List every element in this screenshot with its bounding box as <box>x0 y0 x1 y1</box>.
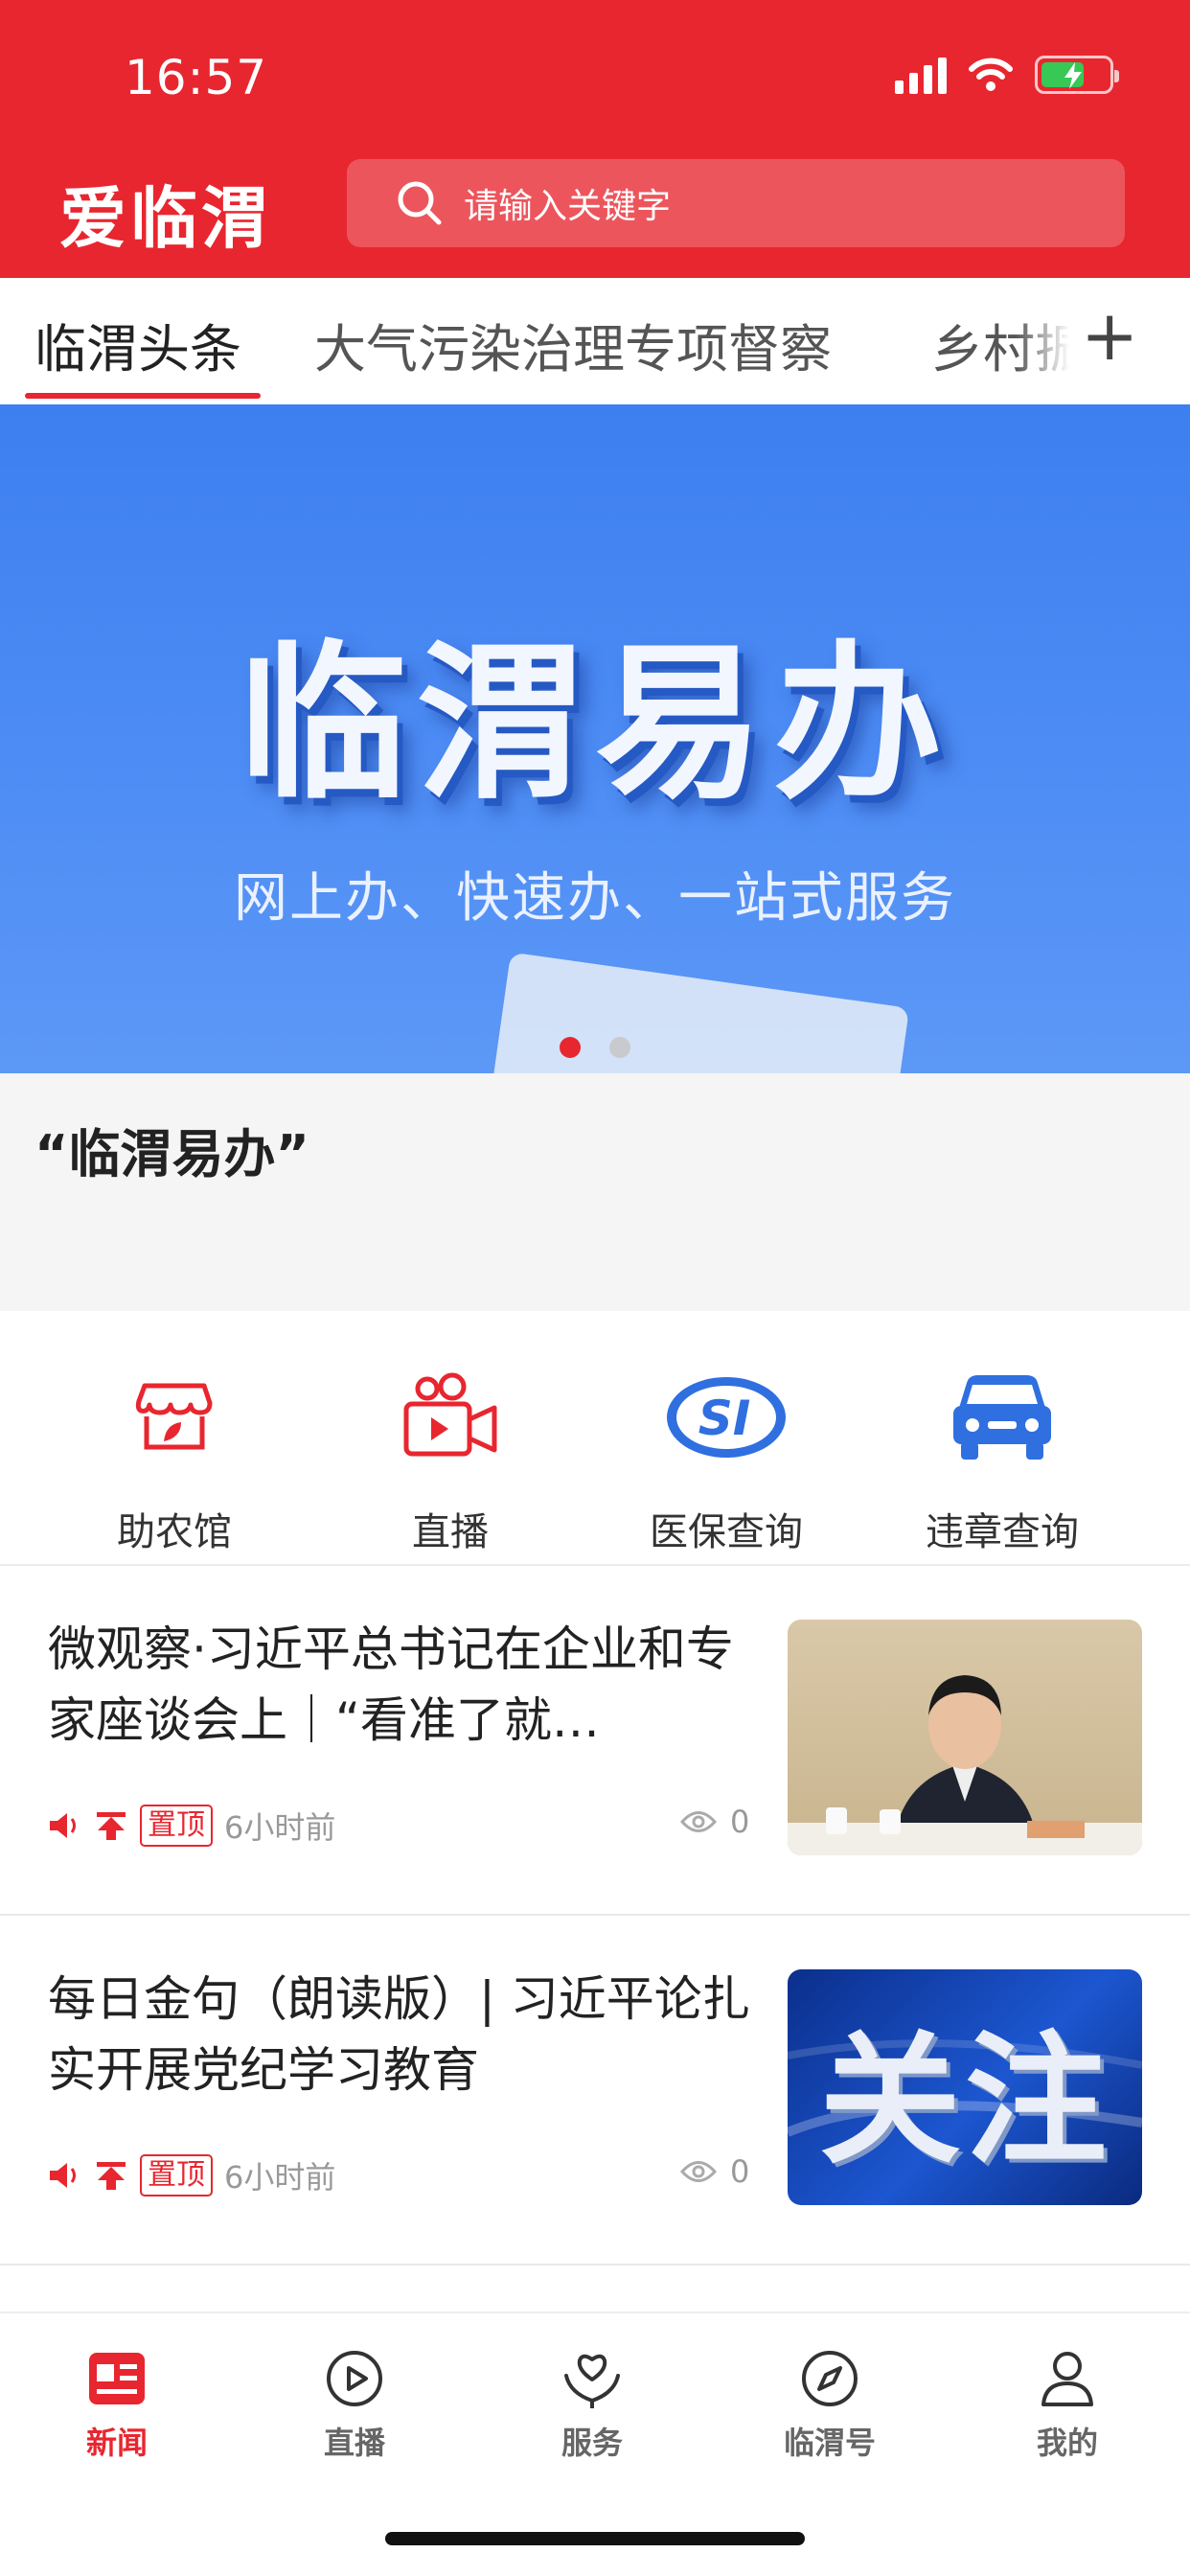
video-camera-icon <box>403 1372 497 1457</box>
service-label: 助农馆 <box>117 1510 232 1554</box>
service-icon <box>564 2354 620 2408</box>
banner-caption: “临渭易办” <box>34 1124 309 1184</box>
carousel-dot-active[interactable] <box>560 1037 581 1058</box>
channel-tabs: 临渭头条 大气污染治理专项督察 乡村振 + <box>0 278 1190 404</box>
carousel-dot[interactable] <box>609 1037 630 1058</box>
service-farm-store[interactable]: 助农馆 <box>59 1365 289 1556</box>
app-logo: 爱临渭 <box>59 178 272 258</box>
news-title: 每日金句（朗读版）| 习近平论扎实开展党纪学习教育 <box>48 1971 750 2098</box>
speaker-icon[interactable] <box>48 1810 82 1841</box>
eye-icon <box>680 2161 717 2182</box>
nav-label: 直播 <box>323 2425 385 2461</box>
status-time: 16:57 <box>125 50 268 105</box>
views-number: 0 <box>730 2153 750 2190</box>
pinned-badge: 置顶 <box>140 2154 213 2196</box>
pin-top-icon <box>97 2162 126 2190</box>
active-tab-indicator <box>25 393 261 399</box>
news-meta: 置顶 6小时前 <box>48 1804 335 1848</box>
nav-label: 我的 <box>1036 2425 1098 2461</box>
farm-store-icon <box>135 1383 213 1450</box>
nav-label: 新闻 <box>85 2425 148 2461</box>
tab-air-pollution[interactable]: 大气污染治理专项督察 <box>314 307 832 382</box>
home-indicator[interactable] <box>385 2532 805 2545</box>
play-icon <box>327 2351 382 2406</box>
eye-icon <box>680 1811 717 1832</box>
pin-top-icon <box>97 1812 126 1840</box>
signal-icon <box>895 56 947 94</box>
banner-subtitle: 网上办、快速办、一站式服务 <box>234 867 956 930</box>
service-label: 违章查询 <box>926 1510 1079 1554</box>
carousel-dots <box>0 1037 1190 1058</box>
user-icon <box>1041 2352 1093 2406</box>
news-title: 微观察·习近平总书记在企业和专家座谈会上｜“看准了就… <box>48 1622 734 1748</box>
speaker-icon[interactable] <box>48 2160 82 2191</box>
banner-caption-area[interactable]: “临渭易办” <box>0 1073 1190 1311</box>
tab-linwei-headlines[interactable]: 临渭头条 <box>34 307 241 382</box>
nav-service[interactable]: 服务 <box>506 2344 678 2463</box>
news-meta: 置顶 6小时前 <box>48 2153 335 2197</box>
news-item[interactable]: 微观察·习近平总书记在企业和专家座谈会上｜“看准了就… 置顶 6小时前 0 <box>0 1566 1190 1916</box>
pinned-badge: 置顶 <box>140 1805 213 1847</box>
add-channel-button[interactable]: + <box>1081 301 1138 370</box>
nav-linwei-account[interactable]: 临渭号 <box>744 2344 916 2463</box>
news-time: 6小时前 <box>224 1809 336 1846</box>
news-time: 6小时前 <box>224 2159 336 2196</box>
views-number: 0 <box>730 1804 750 1840</box>
search-placeholder: 请输入关键字 <box>464 187 672 226</box>
search-icon <box>398 181 442 225</box>
service-live[interactable]: 直播 <box>335 1365 565 1556</box>
wifi-icon <box>969 58 1013 91</box>
status-icons <box>895 56 1119 94</box>
nav-live[interactable]: 直播 <box>268 2344 441 2463</box>
app-header: 16:57 爱临渭 请输入关键字 <box>0 0 1190 278</box>
nav-news[interactable]: 新闻 <box>31 2344 203 2463</box>
nav-profile[interactable]: 我的 <box>981 2344 1154 2463</box>
nav-label: 临渭号 <box>783 2425 876 2461</box>
news-item[interactable]: 每日金句（朗读版）| 习近平论扎实开展党纪学习教育 置顶 6小时前 0 关注 <box>0 1916 1190 2266</box>
views-count: 0 <box>680 1804 749 1840</box>
news-icon <box>89 2353 145 2404</box>
search-bar[interactable]: 请输入关键字 <box>347 159 1125 247</box>
service-label: 直播 <box>412 1510 489 1554</box>
car-icon <box>953 1375 1051 1460</box>
service-medical-insurance[interactable]: SI 医保查询 <box>611 1365 841 1556</box>
thumbnail-text: 关注 <box>819 2017 1110 2183</box>
svg-text:SI: SI <box>698 1391 751 1446</box>
service-violation-query[interactable]: 违章查询 <box>887 1365 1117 1556</box>
battery-icon <box>1035 56 1119 94</box>
quick-services: 助农馆 直播 SI 医保查询 违章查询 <box>0 1311 1190 1566</box>
views-count: 0 <box>680 2153 749 2190</box>
social-insurance-icon: SI <box>667 1377 786 1458</box>
news-thumbnail-photo[interactable] <box>788 1620 1142 1855</box>
compass-icon <box>802 2351 858 2406</box>
service-label: 医保查询 <box>650 1510 803 1554</box>
nav-label: 服务 <box>561 2425 623 2461</box>
banner-title: 临渭易办 <box>238 626 951 822</box>
news-thumbnail-focus[interactable]: 关注 <box>788 1969 1142 2205</box>
banner-carousel[interactable]: 临渭易办 网上办、快速办、一站式服务 <box>0 404 1190 1073</box>
